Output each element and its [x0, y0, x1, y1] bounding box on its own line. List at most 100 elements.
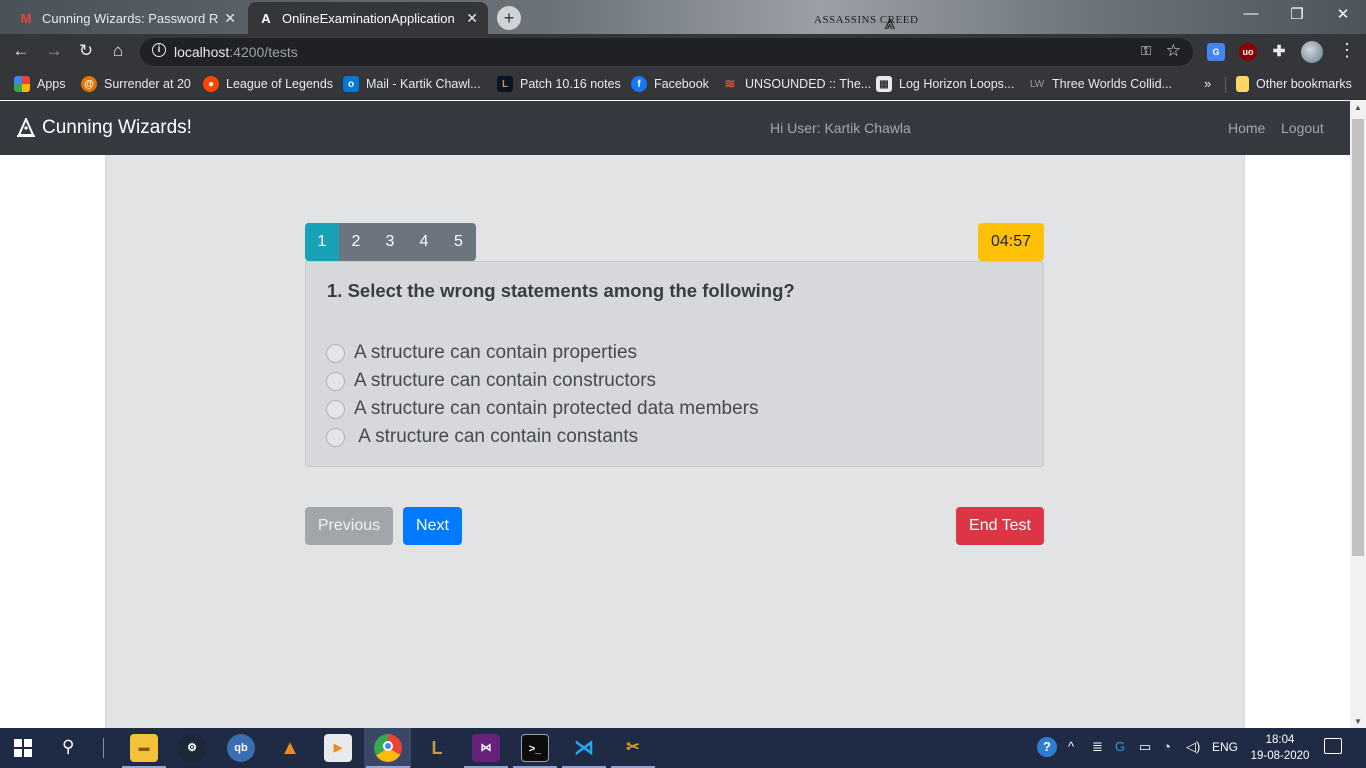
- bookmark-mail[interactable]: o Mail - Kartik Chawl...: [343, 76, 481, 92]
- countdown-timer: 04:57: [978, 223, 1044, 261]
- home-icon[interactable]: ⌂: [107, 41, 129, 61]
- option-radio[interactable]: [326, 371, 345, 391]
- option-label: A structure can contain constructors: [354, 370, 657, 391]
- site-info-icon[interactable]: i: [152, 43, 166, 57]
- scrollbar-thumb[interactable]: [1352, 119, 1364, 556]
- bookmark-apps[interactable]: Apps: [14, 76, 66, 92]
- language-indicator[interactable]: ENG: [1212, 740, 1238, 754]
- question-4-button[interactable]: 4: [407, 223, 441, 261]
- volume-icon[interactable]: ◁): [1186, 739, 1200, 755]
- tab-online-exam[interactable]: A OnlineExaminationApplication ✕: [248, 2, 488, 34]
- tools-icon[interactable]: ✂: [619, 734, 647, 762]
- theme-logo: ASSASSINS CREED: [814, 14, 919, 26]
- search-icon[interactable]: ⚲: [62, 737, 74, 757]
- gmail-icon: M: [20, 10, 32, 26]
- previous-button[interactable]: Previous: [305, 507, 393, 545]
- storage-icon[interactable]: ≣: [1092, 739, 1103, 755]
- option-3[interactable]: A structure can contain protected data m…: [326, 398, 759, 420]
- terminal-icon[interactable]: >_: [521, 734, 549, 762]
- file-explorer-icon[interactable]: ▬: [130, 734, 158, 762]
- question-1-button[interactable]: 1: [305, 223, 339, 261]
- bookmark-three-worlds[interactable]: LW Three Worlds Collid...: [1029, 76, 1172, 92]
- address-bar[interactable]: i localhost:4200/tests ⚿ ☆: [140, 38, 1193, 66]
- option-radio[interactable]: [326, 399, 345, 419]
- url-text[interactable]: localhost:4200/tests: [174, 44, 298, 60]
- help-icon[interactable]: ?: [1037, 737, 1057, 757]
- bookmark-league-of-legends[interactable]: ● League of Legends: [203, 76, 333, 92]
- question-3-button[interactable]: 3: [373, 223, 407, 261]
- kebab-menu-icon[interactable]: ⋮: [1338, 40, 1356, 61]
- key-icon[interactable]: ⚿: [1141, 43, 1151, 59]
- angular-icon: A: [261, 10, 271, 26]
- option-2[interactable]: A structure can contain constructors: [326, 370, 656, 392]
- tab-title: Cunning Wizards: Password Rese: [42, 10, 219, 26]
- question-5-button[interactable]: 5: [441, 223, 476, 261]
- folder-icon: [1236, 76, 1249, 92]
- league-client-icon[interactable]: L: [423, 734, 451, 762]
- media-player-icon[interactable]: ▶: [324, 734, 352, 762]
- question-text: 1. Select the wrong statements among the…: [327, 280, 795, 301]
- chevron-up-icon[interactable]: ^: [1068, 739, 1074, 754]
- bookmark-log-horizon[interactable]: ▦ Log Horizon Loops...: [876, 76, 1014, 92]
- battery-icon[interactable]: ▭: [1139, 739, 1151, 755]
- scroll-up-arrow-icon[interactable]: ▲: [1350, 103, 1366, 112]
- windows-start-icon[interactable]: [14, 739, 32, 757]
- question-navigator: 1 2 3 4 5: [305, 223, 476, 261]
- option-1[interactable]: A structure can contain properties: [326, 342, 637, 364]
- new-tab-button[interactable]: +: [497, 6, 521, 30]
- other-bookmarks[interactable]: Other bookmarks: [1236, 76, 1352, 92]
- back-icon[interactable]: ←: [10, 41, 32, 61]
- profile-avatar[interactable]: [1301, 41, 1323, 63]
- bookmark-surrender-at-20[interactable]: @ Surrender at 20: [81, 76, 191, 92]
- window-close-icon[interactable]: ✕: [1328, 5, 1358, 23]
- sync-icon[interactable]: G: [1115, 739, 1125, 754]
- option-4[interactable]: A structure can contain constants: [326, 426, 638, 448]
- unsounded-icon: ≋: [724, 76, 736, 91]
- windows-taskbar: ⚲ ▬ ⚙ qb ▲ ▶ L ⋈ >_ ⋊ ✂ ? ^ ≣ G ▭ ◔ ◁) E…: [0, 728, 1366, 768]
- ublock-extension-icon[interactable]: uo: [1239, 43, 1257, 61]
- nav-logout-link[interactable]: Logout: [1281, 120, 1324, 136]
- brand-link[interactable]: Cunning Wizards!: [16, 117, 192, 139]
- brand-name: Cunning Wizards!: [42, 117, 192, 138]
- app-navbar: Cunning Wizards! Hi User: Kartik Chawla …: [0, 101, 1350, 155]
- question-2-button[interactable]: 2: [339, 223, 373, 261]
- question-card: 1. Select the wrong statements among the…: [305, 261, 1044, 467]
- bookmark-patch-notes[interactable]: L Patch 10.16 notes: [497, 76, 621, 92]
- visual-studio-icon[interactable]: ⋈: [472, 734, 500, 762]
- minimize-icon[interactable]: —: [1236, 5, 1266, 22]
- restore-icon[interactable]: ❐: [1282, 5, 1312, 23]
- bookmark-unsounded[interactable]: ≋ UNSOUNDED :: The...: [722, 76, 872, 92]
- next-button[interactable]: Next: [403, 507, 462, 545]
- scroll-down-arrow-icon[interactable]: ▼: [1350, 717, 1366, 726]
- page-scrollbar[interactable]: ▲ ▼: [1350, 101, 1366, 728]
- wizard-hat-icon: [17, 118, 35, 137]
- translate-extension-icon[interactable]: G: [1207, 43, 1225, 61]
- nav-home-link[interactable]: Home: [1228, 120, 1265, 136]
- option-radio[interactable]: [326, 427, 345, 447]
- vscode-icon[interactable]: ⋊: [570, 734, 598, 762]
- browser-toolbar: ← → ↻ ⌂ i localhost:4200/tests ⚿ ☆ G uo …: [0, 34, 1366, 69]
- reload-icon[interactable]: ↻: [75, 41, 97, 61]
- end-test-button[interactable]: End Test: [956, 507, 1044, 545]
- close-icon[interactable]: ✕: [224, 10, 236, 27]
- option-radio[interactable]: [326, 343, 345, 363]
- notifications-icon[interactable]: [1324, 738, 1342, 754]
- more-bookmarks-button[interactable]: »: [1204, 76, 1211, 91]
- chrome-icon[interactable]: [374, 734, 402, 762]
- forward-icon[interactable]: →: [43, 41, 65, 61]
- taskbar-divider: [103, 738, 104, 758]
- lw-icon: LW: [1029, 78, 1045, 90]
- qbittorrent-icon[interactable]: qb: [227, 734, 255, 762]
- extensions-puzzle-icon[interactable]: ✚: [1270, 43, 1288, 61]
- system-clock[interactable]: 18:04 19-08-2020: [1250, 732, 1310, 764]
- wifi-icon[interactable]: ◔: [1163, 739, 1171, 754]
- tab-password-reset[interactable]: M Cunning Wizards: Password Rese ✕: [8, 2, 246, 34]
- surrender-icon: @: [81, 76, 97, 92]
- close-icon[interactable]: ✕: [466, 10, 478, 27]
- vlc-icon[interactable]: ▲: [276, 734, 304, 762]
- clock-date: 19-08-2020: [1250, 750, 1310, 762]
- bookmark-facebook[interactable]: f Facebook: [631, 76, 709, 92]
- option-label: A structure can contain protected data m…: [354, 398, 759, 419]
- bookmark-star-icon[interactable]: ☆: [1166, 41, 1181, 61]
- steam-icon[interactable]: ⚙: [178, 734, 206, 762]
